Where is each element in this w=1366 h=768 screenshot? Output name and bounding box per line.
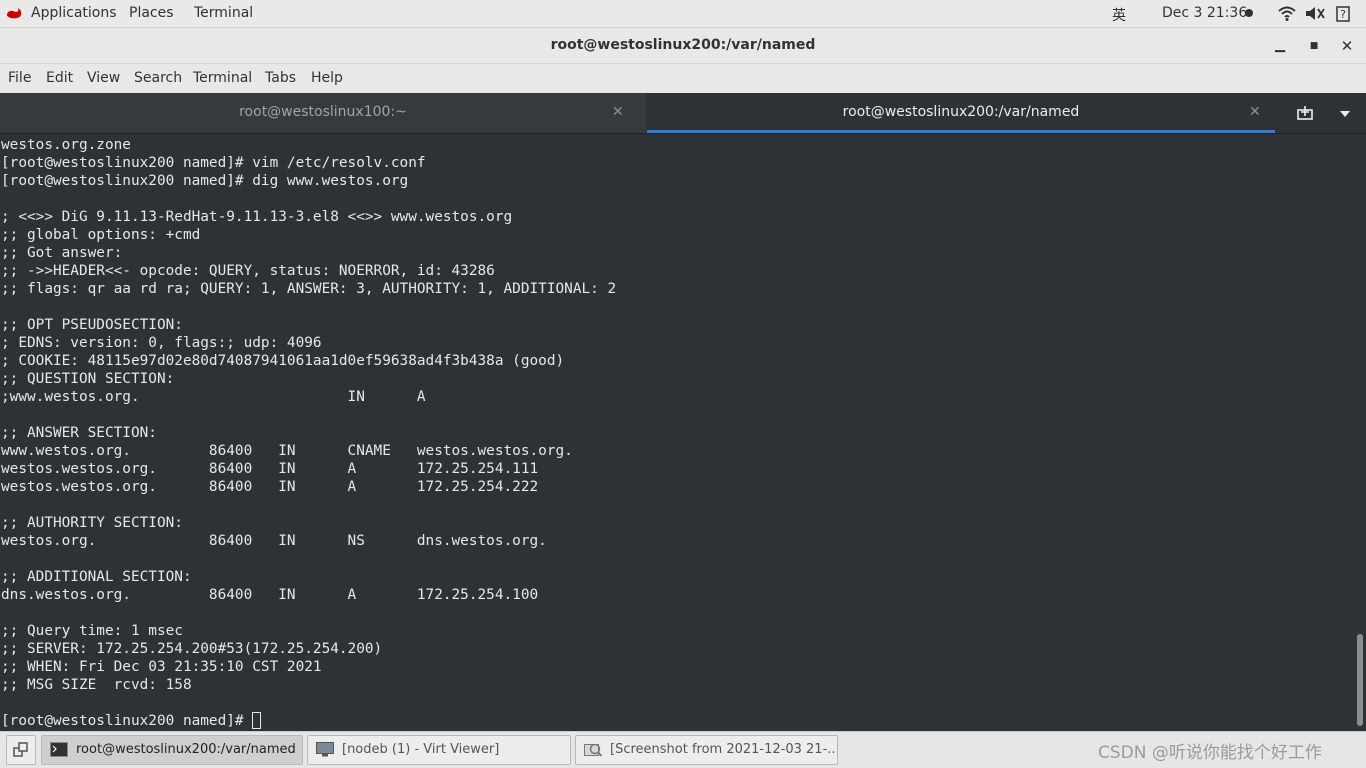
places-menu[interactable]: Places <box>129 5 174 21</box>
taskbar-item-label: [Screenshot from 2021-12-03 21-... <box>610 742 838 757</box>
terminal-line: www.westos.org. 86400 IN CNAME westos.we… <box>1 443 573 459</box>
menu-tabs[interactable]: Tabs <box>265 70 296 86</box>
terminal-lines: westos.org.zone [root@westoslinux200 nam… <box>1 137 616 693</box>
input-method-indicator[interactable]: 英 <box>1112 5 1126 25</box>
terminal-line: westos.westos.org. 86400 IN A 172.25.254… <box>1 479 539 495</box>
menu-bar: File Edit View Search Terminal Tabs Help <box>0 64 1366 93</box>
scrollbar-thumb[interactable] <box>1357 634 1363 726</box>
terminal-line: ;; QUESTION SECTION: <box>1 371 175 387</box>
terminal-line: dns.westos.org. 86400 IN A 172.25.254.10… <box>1 587 539 603</box>
terminal-line: ;; ADDITIONAL SECTION: <box>1 569 192 585</box>
taskbar-item-virt-viewer[interactable]: [nodeb (1) - Virt Viewer] <box>307 735 571 765</box>
taskbar-item-label: [nodeb (1) - Virt Viewer] <box>342 742 500 757</box>
volume-icon[interactable] <box>1305 6 1325 21</box>
monitor-icon <box>316 742 334 757</box>
terminal-line: ;; SERVER: 172.25.254.200#53(172.25.254.… <box>1 641 383 657</box>
terminal-line: ; COOKIE: 48115e97d02e80d74087941061aa1d… <box>1 353 565 369</box>
minimize-button[interactable]: ▁ <box>1270 36 1290 56</box>
terminal-cursor <box>252 712 262 729</box>
terminal-line: ;; MSG SIZE rcvd: 158 <box>1 677 192 693</box>
watermark: CSDN @听说你能找个好工作 <box>1098 743 1322 763</box>
help-icon[interactable]: ? <box>1336 6 1350 22</box>
window-titlebar[interactable]: root@westoslinux200:/var/named ▁ ■ ✕ <box>0 28 1366 64</box>
gnome-top-bar: Applications Places Terminal 英 Dec 3 21:… <box>0 0 1366 28</box>
terminal-line: ;; OPT PSEUDOSECTION: <box>1 317 183 333</box>
terminal-line: ;www.westos.org. IN A <box>1 389 426 405</box>
screenshot-icon <box>584 743 602 757</box>
tab-close-icon[interactable]: ✕ <box>1249 93 1261 131</box>
terminal-line: westos.org. 86400 IN NS dns.westos.org. <box>1 533 547 549</box>
terminal-line: ;; ANSWER SECTION: <box>1 425 157 441</box>
terminal-line: [root@westoslinux200 named]# vim /etc/re… <box>1 155 426 171</box>
terminal-line: westos.westos.org. 86400 IN A 172.25.254… <box>1 461 539 477</box>
terminal-app-menu[interactable]: Terminal <box>194 5 253 21</box>
wifi-icon[interactable] <box>1278 6 1296 21</box>
menu-help[interactable]: Help <box>311 70 343 86</box>
show-desktop-icon <box>13 742 28 757</box>
clock[interactable]: Dec 3 21:36 <box>1162 5 1247 21</box>
tab-westoslinux100[interactable]: root@westoslinux100:~ ✕ <box>0 93 646 133</box>
terminal-text: westos.org.zone [root@westoslinux200 nam… <box>1 136 616 729</box>
tab-close-icon[interactable]: ✕ <box>612 93 624 131</box>
window-title: root@westoslinux200:/var/named <box>550 37 816 53</box>
tab-westoslinux200[interactable]: root@westoslinux200:/var/named ✕ <box>647 93 1275 133</box>
terminal-line: ;; Got answer: <box>1 245 123 261</box>
menu-view[interactable]: View <box>87 70 120 86</box>
terminal-line: ;; Query time: 1 msec <box>1 623 183 639</box>
tab-label: root@westoslinux100:~ <box>239 104 407 120</box>
terminal-line: [root@westoslinux200 named]# dig www.wes… <box>1 173 409 189</box>
terminal-line: ;; AUTHORITY SECTION: <box>1 515 183 531</box>
terminal-icon <box>50 742 68 757</box>
taskbar-item-terminal[interactable]: root@westoslinux200:/var/named <box>41 735 303 765</box>
terminal-line: ;; global options: +cmd <box>1 227 201 243</box>
show-desktop-button[interactable] <box>6 735 36 765</box>
new-tab-icon[interactable] <box>1296 105 1314 123</box>
svg-text:?: ? <box>1340 8 1346 21</box>
notification-dot-icon <box>1245 9 1253 17</box>
terminal-line: ;; WHEN: Fri Dec 03 21:35:10 CST 2021 <box>1 659 322 675</box>
terminal-line: ;; flags: qr aa rd ra; QUERY: 1, ANSWER:… <box>1 281 617 297</box>
tab-label: root@westoslinux200:/var/named <box>842 104 1080 120</box>
maximize-button[interactable]: ■ <box>1304 36 1324 56</box>
menu-search[interactable]: Search <box>134 70 182 86</box>
menu-edit[interactable]: Edit <box>46 70 73 86</box>
terminal-line: westos.org.zone <box>1 137 131 153</box>
close-button[interactable]: ✕ <box>1337 36 1357 56</box>
taskbar-item-label: root@westoslinux200:/var/named <box>76 742 296 757</box>
taskbar-item-screenshot[interactable]: [Screenshot from 2021-12-03 21-... <box>575 735 838 765</box>
terminal-line: ;; ->>HEADER<<- opcode: QUERY, status: N… <box>1 263 495 279</box>
redhat-logo-icon[interactable] <box>6 6 23 21</box>
menu-terminal[interactable]: Terminal <box>193 70 252 86</box>
terminal-line: ; EDNS: version: 0, flags:; udp: 4096 <box>1 335 322 351</box>
tab-menu-chevron-down-icon[interactable] <box>1339 110 1351 118</box>
applications-menu[interactable]: Applications <box>31 5 117 21</box>
terminal-prompt: [root@westoslinux200 named]# <box>1 713 253 729</box>
menu-file[interactable]: File <box>8 70 31 86</box>
terminal-output[interactable]: westos.org.zone [root@westoslinux200 nam… <box>0 134 1355 729</box>
tab-bar: root@westoslinux100:~ ✕ root@westoslinux… <box>0 93 1366 134</box>
terminal-line: ; <<>> DiG 9.11.13-RedHat-9.11.13-3.el8 … <box>1 209 513 225</box>
